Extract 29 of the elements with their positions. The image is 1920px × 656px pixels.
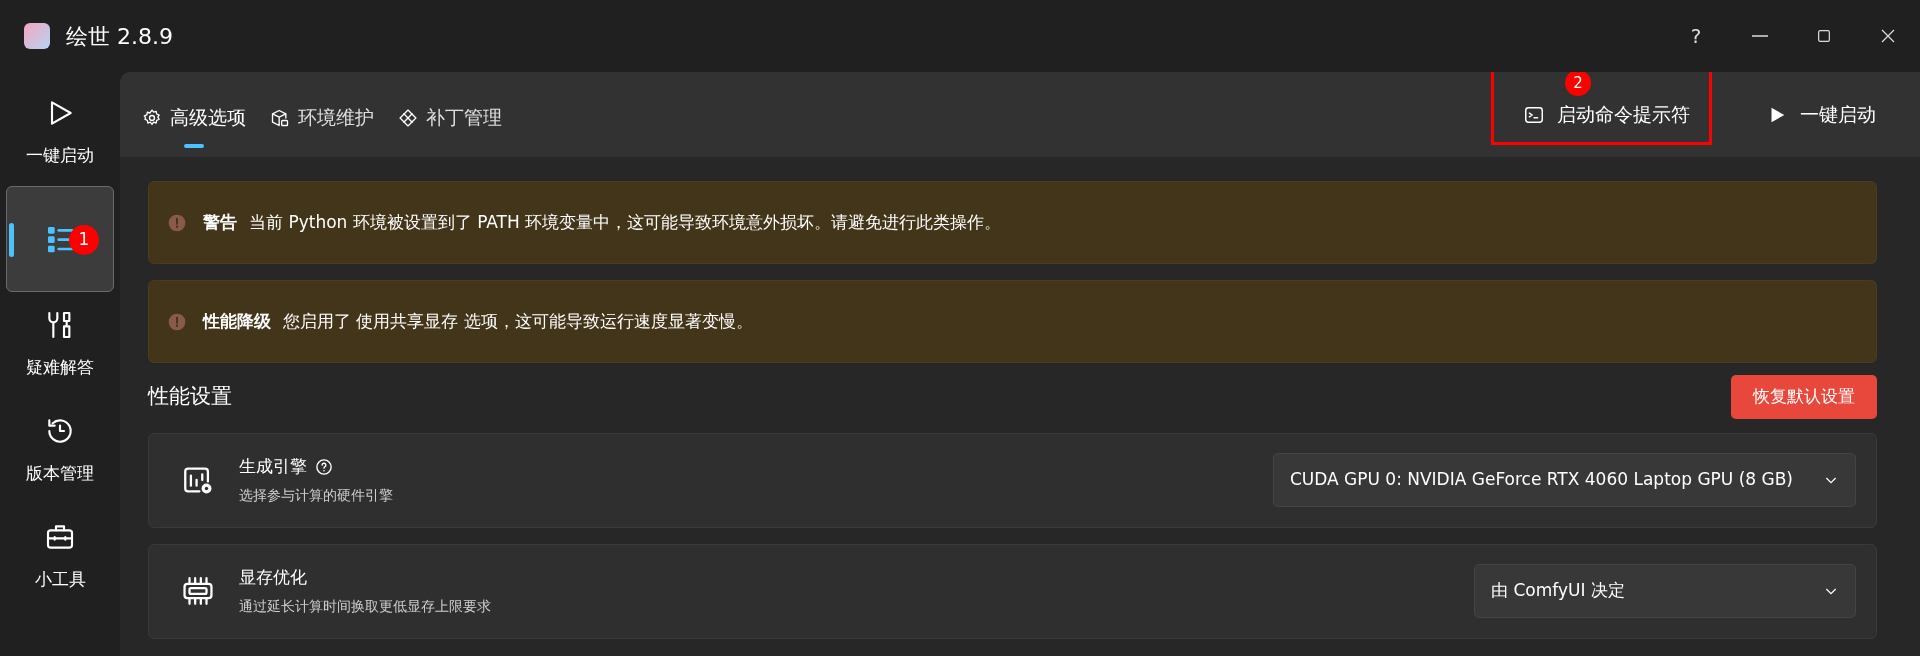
launch-button[interactable]: 一键启动 [1752,92,1890,137]
sidebar-label: 一键启动 [26,144,94,168]
sidebar-label: 版本管理 [26,462,94,486]
alert-message: 您启用了 使用共享显存 选项，这可能导致运行速度显著变慢。 [283,309,753,333]
setting-description: 通过延长计算时间换取更低显存上限要求 [239,597,492,617]
alert-title: 警告 [203,210,237,234]
setting-title: 显存优化 [239,565,307,589]
alert-message: 当前 Python 环境被设置到了 PATH 环境变量中，这可能导致环境意外损坏。请避免进行此类操作。 [249,210,1002,234]
app-title: 绘世 2.8.9 [66,22,173,51]
annotation-badge: 1 [69,225,99,255]
reset-button[interactable]: 恢复默认设置 [1731,375,1877,419]
setting-description: 选择参与计算的硬件引擎 [239,486,394,506]
tab[interactable]: 环境维护 [260,89,384,150]
sidebar-item[interactable]: 版本管理 [6,398,114,504]
dropdown[interactable]: 由 ComfyUI 决定 [1474,564,1856,618]
tab[interactable]: 高级选项 [132,89,256,150]
sidebar-label: 小工具 [34,568,86,592]
sidebar-item[interactable]: 疑难解答 [6,292,114,398]
setting-title: 生成引擎 [239,454,307,478]
sidebar-item[interactable]: 1 [6,186,114,292]
tab[interactable]: 补丁管理 [388,89,512,150]
sidebar-label: 疑难解答 [26,356,94,380]
section-title: 性能设置 [148,383,232,410]
annotation-badge: 2 [1565,72,1591,97]
help-button[interactable]: ? [1664,16,1728,56]
alert-title: 性能降级 [203,309,271,333]
sidebar-item[interactable]: 小工具 [6,504,114,610]
sidebar-item[interactable]: 一键启动 [6,80,114,186]
dropdown[interactable]: CUDA GPU 0: NVIDIA GeForce RTX 4060 Laptop GPU (8 GB) [1272,453,1856,507]
